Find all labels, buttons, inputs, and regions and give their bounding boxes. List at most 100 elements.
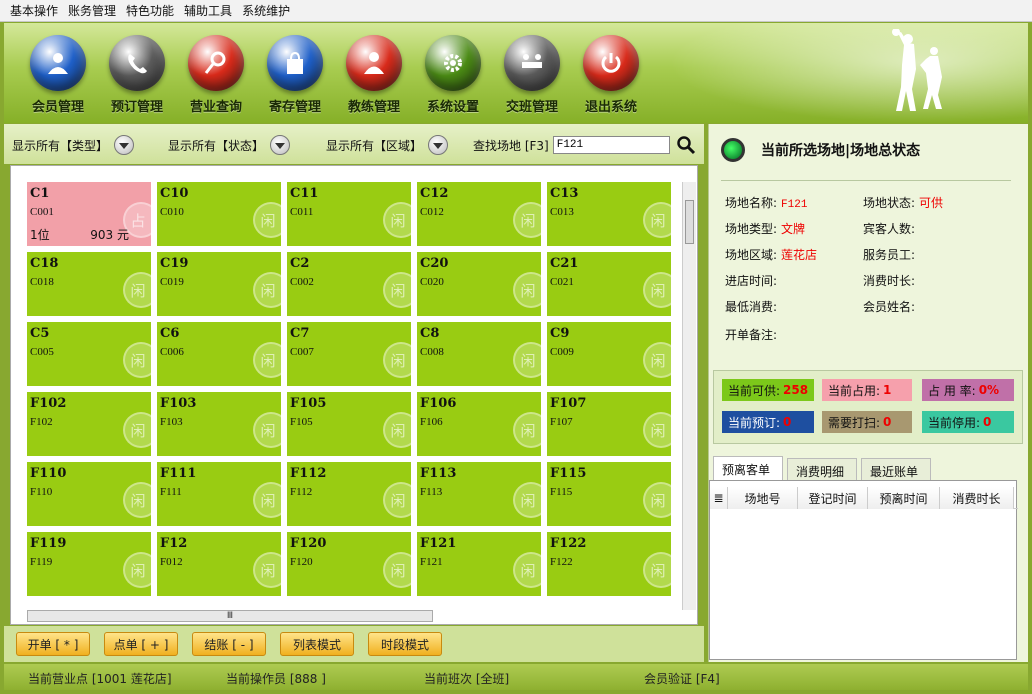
venue-tile[interactable]: F122 F122 闲	[547, 532, 671, 596]
idle-badge-icon: 闲	[383, 272, 411, 308]
venue-tile[interactable]: C12 C012 闲	[417, 182, 541, 246]
list-mode-button[interactable]: 列表模式	[280, 632, 354, 656]
toolbar-button-3[interactable]: 寄存管理	[259, 35, 331, 115]
venue-tile[interactable]: C19 C019 闲	[157, 252, 281, 316]
venue-tile[interactable]: C2 C002 闲	[287, 252, 411, 316]
chevron-down-icon[interactable]	[428, 135, 449, 155]
field-guests: 宾客人数:	[863, 222, 916, 236]
tab-consumption[interactable]: 消费明细	[787, 458, 857, 480]
bag-icon[interactable]	[267, 35, 323, 91]
venue-tile[interactable]: C9 C009 闲	[547, 322, 671, 386]
venue-code: F012	[160, 556, 183, 568]
menu-item-features[interactable]: 特色功能	[126, 2, 174, 19]
member-icon[interactable]	[30, 35, 86, 91]
open-order-button[interactable]: 开单 [ * ]	[16, 632, 90, 656]
toolbar-button-7[interactable]: 退出系统	[575, 35, 647, 115]
coach-icon[interactable]	[346, 35, 402, 91]
col-leave[interactable]: 预离时间	[868, 487, 940, 509]
venue-tile[interactable]: C10 C010 闲	[157, 182, 281, 246]
area-filter[interactable]: 显示所有【区域】	[326, 135, 449, 155]
toolbar-button-6[interactable]: 交班管理	[496, 35, 568, 115]
venue-code: F110	[30, 486, 53, 498]
power-icon[interactable]	[583, 35, 639, 91]
gear-icon[interactable]	[425, 35, 481, 91]
col-checkin[interactable]: 登记时间	[798, 487, 868, 509]
chevron-down-icon[interactable]	[114, 135, 135, 155]
search-icon[interactable]	[188, 35, 244, 91]
col-duration[interactable]: 消费时长	[940, 487, 1014, 509]
venue-info-panel: 当前所选场地|场地总状态 场地名称: F121 场地状态: 可供 场地类型: 文牌 宾…	[708, 124, 1028, 662]
status-filter[interactable]: 显示所有【状态】	[168, 135, 291, 155]
field-staff: 服务员工:	[863, 248, 916, 262]
idle-badge-icon: 闲	[253, 552, 281, 588]
field-note: 开单备注:	[725, 328, 778, 342]
venue-tile[interactable]: F103 F103 闲	[157, 392, 281, 456]
venue-tile[interactable]: F102 F102 闲	[27, 392, 151, 456]
menu-item-accounts[interactable]: 账务管理	[68, 2, 116, 19]
venue-tile[interactable]: F110 F110 闲	[27, 462, 151, 526]
venue-code: C001	[30, 206, 54, 218]
idle-badge-icon: 闲	[513, 482, 541, 518]
venue-tile[interactable]: C6 C006 闲	[157, 322, 281, 386]
col-venue[interactable]: 场地号	[728, 487, 798, 509]
list-menu-icon[interactable]: ≣	[710, 487, 728, 509]
venue-tile[interactable]: F121 F121 闲	[417, 532, 541, 596]
search-input[interactable]	[552, 136, 670, 154]
venue-tile[interactable]: C21 C021 闲	[547, 252, 671, 316]
venue-tile[interactable]: C5 C005 闲	[27, 322, 151, 386]
checkout-button[interactable]: 结账 [ - ]	[192, 632, 266, 656]
idle-badge-icon: 闲	[643, 552, 671, 588]
venue-tile[interactable]: F115 F115 闲	[547, 462, 671, 526]
type-filter[interactable]: 显示所有【类型】	[12, 135, 135, 155]
venue-tile[interactable]: C18 C018 闲	[27, 252, 151, 316]
menu-item-tools[interactable]: 辅助工具	[184, 2, 232, 19]
venue-name: F119	[30, 536, 67, 551]
status-bar: 当前营业点 [1001 莲花店] 当前操作员 [888 ] 当前班次 [全班] …	[4, 664, 1028, 690]
venue-code: C007	[290, 346, 314, 358]
venue-tile[interactable]: F106 F106 闲	[417, 392, 541, 456]
venue-tile[interactable]: F120 F120 闲	[287, 532, 411, 596]
chevron-down-icon[interactable]	[270, 135, 291, 155]
venue-tile[interactable]: F12 F012 闲	[157, 532, 281, 596]
search-icon[interactable]	[676, 135, 696, 155]
handover-icon[interactable]	[504, 35, 560, 91]
venue-tile[interactable]: F107 F107 闲	[547, 392, 671, 456]
vertical-scrollbar[interactable]	[682, 182, 696, 610]
list-header: ≣ 场地号 登记时间 预离时间 消费时长	[710, 487, 1018, 509]
idle-badge-icon: 闲	[253, 202, 281, 238]
venue-tile[interactable]: F113 F113 闲	[417, 462, 541, 526]
phone-icon[interactable]	[109, 35, 165, 91]
menu-item-basic[interactable]: 基本操作	[10, 2, 58, 19]
horizontal-scrollbar[interactable]: Ⅲ	[27, 610, 433, 622]
toolbar-button-4[interactable]: 教练管理	[338, 35, 410, 115]
venue-code: C009	[550, 346, 574, 358]
venue-tile[interactable]: C1 C001 占 1位 903 元	[27, 182, 151, 246]
venue-name: C13	[550, 186, 579, 201]
venue-tile[interactable]: C13 C013 闲	[547, 182, 671, 246]
time-mode-button[interactable]: 时段模式	[368, 632, 442, 656]
toolbar-button-0[interactable]: 会员管理	[22, 35, 94, 115]
tab-recent-bills[interactable]: 最近账单	[861, 458, 931, 480]
venue-tile[interactable]: C20 C020 闲	[417, 252, 541, 316]
idle-badge-icon: 闲	[513, 552, 541, 588]
venue-tile[interactable]: F105 F105 闲	[287, 392, 411, 456]
tab-departing[interactable]: 预离客单	[713, 456, 783, 480]
venue-code: F121	[420, 556, 443, 568]
toolbar-button-1[interactable]: 预订管理	[101, 35, 173, 115]
venue-tile[interactable]: C8 C008 闲	[417, 322, 541, 386]
add-order-button[interactable]: 点单 [ + ]	[104, 632, 178, 656]
menu-item-maintenance[interactable]: 系统维护	[242, 2, 290, 19]
scroll-thumb[interactable]	[685, 200, 694, 244]
venue-search: 查找场地 [F3]	[473, 135, 696, 155]
status-member-verify[interactable]: 会员验证 [F4]	[644, 670, 720, 687]
idle-badge-icon: 闲	[123, 412, 151, 448]
venue-code: C021	[550, 276, 574, 288]
venue-tile[interactable]: C7 C007 闲	[287, 322, 411, 386]
venue-tile[interactable]: C11 C011 闲	[287, 182, 411, 246]
venue-tile[interactable]: F119 F119 闲	[27, 532, 151, 596]
venue-code: F105	[290, 416, 313, 428]
venue-tile[interactable]: F112 F112 闲	[287, 462, 411, 526]
venue-tile[interactable]: F111 F111 闲	[157, 462, 281, 526]
toolbar-button-5[interactable]: 系统设置	[417, 35, 489, 115]
toolbar-button-2[interactable]: 营业查询	[180, 35, 252, 115]
